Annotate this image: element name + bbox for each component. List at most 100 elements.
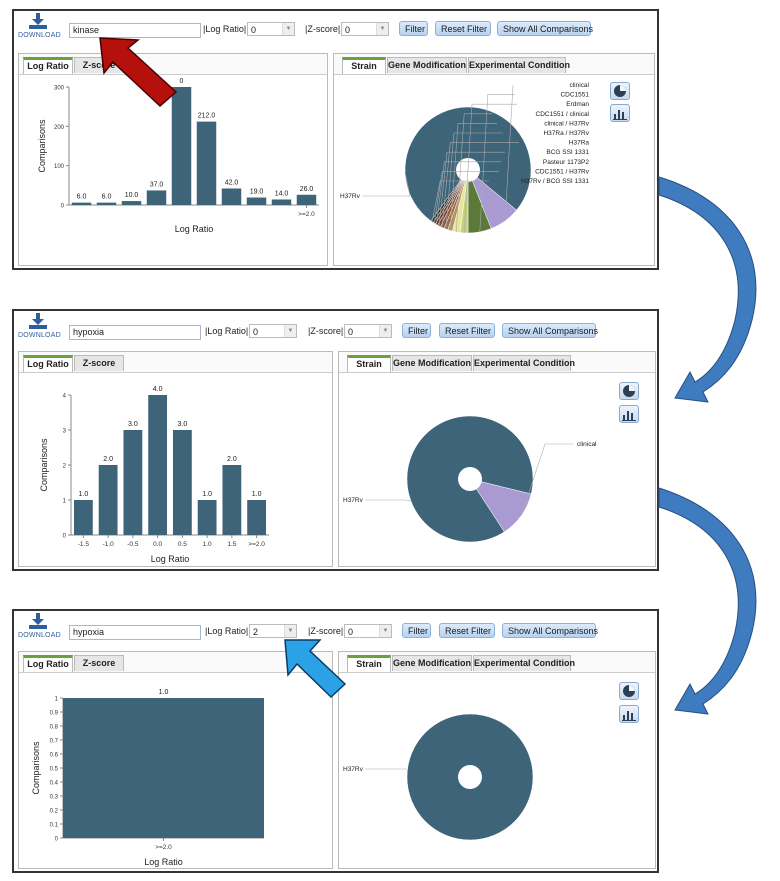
- z-score-value: 0: [348, 327, 354, 337]
- data-label: 1.0: [79, 491, 89, 498]
- dropdown-arrow-icon: ▼: [284, 625, 296, 637]
- bar: [71, 202, 92, 205]
- tab-strain[interactable]: Strain: [347, 355, 391, 372]
- data-label: 26.0: [300, 186, 314, 193]
- tab-log-ratio[interactable]: Log Ratio: [23, 655, 73, 672]
- data-label: 1.0: [202, 491, 212, 498]
- bar-chart: 0 100 200 300 6.0 6.0 10.0 37.0 0 212.0 42.0 19.0 14…: [37, 78, 319, 234]
- pie-hole: [458, 765, 482, 789]
- data-label: 4.0: [153, 386, 163, 393]
- y-tick-label: 0.2: [50, 809, 59, 815]
- x-tick-label: -1.0: [103, 541, 115, 548]
- dropdown-arrow-icon: ▼: [376, 23, 388, 35]
- download-icon: [29, 613, 47, 629]
- data-label: 1.0: [252, 491, 262, 498]
- bar-chart: 0 0.1 0.2 0.3 0.4 0.5 0.6 0.7 0.8 0.9 1 1.0 >=2.0 Log…: [31, 689, 264, 867]
- panel-3: DOWNLOAD hypoxia |Log Ratio|: 2 ▼ |Z-scor…: [12, 609, 659, 873]
- pie-hole: [458, 467, 482, 491]
- tab-experimental-condition[interactable]: Experimental Condition: [473, 355, 575, 371]
- bar: [73, 500, 93, 535]
- x-tick-label: >=2.0: [155, 844, 172, 851]
- y-axis-label: Comparisons: [37, 119, 47, 173]
- reset-filter-button[interactable]: Reset Filter: [435, 21, 491, 36]
- tab-z-score[interactable]: Z-score: [74, 57, 124, 73]
- filter-button[interactable]: Filter: [402, 623, 431, 638]
- log-ratio-label: |Log Ratio|:: [205, 326, 251, 336]
- data-label: 42.0: [225, 179, 239, 186]
- download-icon: [29, 313, 47, 329]
- pie-label: Pasteur 1173P2: [543, 159, 590, 166]
- x-tick-label: 0.5: [178, 541, 187, 548]
- search-input[interactable]: hypoxia: [69, 625, 201, 640]
- toolbar: DOWNLOAD hypoxia |Log Ratio|: 0 ▼ |Z-scor…: [14, 311, 657, 345]
- tab-z-score[interactable]: Z-score: [74, 355, 124, 371]
- filter-button[interactable]: Filter: [399, 21, 428, 36]
- filter-button[interactable]: Filter: [402, 323, 431, 338]
- tab-gene-modification[interactable]: Gene Modification: [392, 355, 472, 371]
- tab-gene-modification[interactable]: Gene Modification: [387, 57, 467, 73]
- y-tick-label: 0: [63, 534, 67, 540]
- x-tick-label: 0.0: [153, 541, 162, 548]
- y-tick-label: 0.1: [50, 823, 59, 829]
- reset-filter-button[interactable]: Reset Filter: [439, 323, 495, 338]
- log-ratio-select[interactable]: 2 ▼: [249, 624, 297, 638]
- y-tick-label: 0: [61, 204, 65, 210]
- log-ratio-chart-box: Log Ratio Z-score 0 1 2 3 4 1.0 -1.5 2.0 -1.0 3.0…: [18, 351, 333, 567]
- y-axis-label: Comparisons: [39, 438, 49, 492]
- y-tick-label: 0.8: [50, 725, 59, 731]
- download-button[interactable]: DOWNLOAD: [18, 313, 61, 339]
- show-all-comparisons-button[interactable]: Show All Comparisons: [502, 323, 598, 338]
- data-label: 3.0: [178, 421, 188, 428]
- y-tick-label: 0.5: [50, 767, 59, 773]
- tab-z-score[interactable]: Z-score: [74, 655, 124, 671]
- data-label: 2.0: [103, 456, 113, 463]
- show-all-comparisons-button[interactable]: Show All Comparisons: [497, 21, 593, 36]
- tab-experimental-condition[interactable]: Experimental Condition: [468, 57, 570, 73]
- z-score-select[interactable]: 0 ▼: [344, 624, 392, 638]
- tab-strain[interactable]: Strain: [347, 655, 391, 672]
- tab-strain[interactable]: Strain: [342, 57, 386, 74]
- log-ratio-select[interactable]: 0 ▼: [249, 324, 297, 338]
- download-button[interactable]: DOWNLOAD: [18, 613, 61, 639]
- tab-log-ratio[interactable]: Log Ratio: [23, 57, 73, 74]
- data-label: 3.0: [128, 421, 138, 428]
- x-tick-label: -0.5: [127, 541, 139, 548]
- data-label: 14.0: [275, 190, 289, 197]
- strain-chart-box: Strain Gene Modification Experimental Co…: [338, 651, 656, 869]
- bar: [246, 197, 267, 205]
- bar: [221, 188, 242, 205]
- y-tick-label: 300: [54, 86, 65, 92]
- search-input[interactable]: kinase: [69, 23, 201, 38]
- x-tick-label: >=2.0: [248, 541, 265, 548]
- download-label: DOWNLOAD: [18, 32, 61, 39]
- left-tab-bar: Log Ratio Z-score: [19, 54, 327, 75]
- tab-log-ratio[interactable]: Log Ratio: [23, 355, 73, 372]
- download-button[interactable]: DOWNLOAD: [18, 13, 61, 39]
- data-label: 10.0: [125, 192, 139, 199]
- y-tick-label: 1: [55, 697, 59, 703]
- pie-label: clinical: [569, 82, 589, 89]
- right-tab-bar: Strain Gene Modification Experimental Co…: [334, 54, 654, 75]
- data-label: 37.0: [150, 181, 164, 188]
- z-score-select[interactable]: 0 ▼: [344, 324, 392, 338]
- y-tick-label: 0.3: [50, 795, 59, 801]
- strain-chart-box: Strain Gene Modification Experimental Co…: [333, 53, 655, 266]
- z-score-select[interactable]: 0 ▼: [341, 22, 389, 36]
- reset-filter-button[interactable]: Reset Filter: [439, 623, 495, 638]
- log-ratio-value: 2: [253, 627, 259, 637]
- download-label: DOWNLOAD: [18, 632, 61, 639]
- tab-gene-modification[interactable]: Gene Modification: [392, 655, 472, 671]
- tab-experimental-condition[interactable]: Experimental Condition: [473, 655, 575, 671]
- strain-pie-chart: H37Rv: [343, 713, 534, 841]
- dropdown-arrow-icon: ▼: [284, 325, 296, 337]
- panel-1: DOWNLOAD kinase |Log Ratio|: 0 ▼ |Z-score…: [12, 9, 659, 270]
- y-tick-label: 4: [63, 394, 67, 400]
- log-ratio-chart-box: Log Ratio Z-score 0 0.1 0.2 0.3 0.4 0.5 0.6 0.7…: [18, 651, 333, 869]
- show-all-comparisons-button[interactable]: Show All Comparisons: [502, 623, 598, 638]
- log-ratio-select[interactable]: 0 ▼: [247, 22, 295, 36]
- pie-leader-line: [362, 172, 411, 197]
- search-input[interactable]: hypoxia: [69, 325, 201, 340]
- z-score-value: 0: [345, 25, 351, 35]
- bar: [171, 87, 192, 205]
- pie-label: H37Ra: [569, 140, 590, 147]
